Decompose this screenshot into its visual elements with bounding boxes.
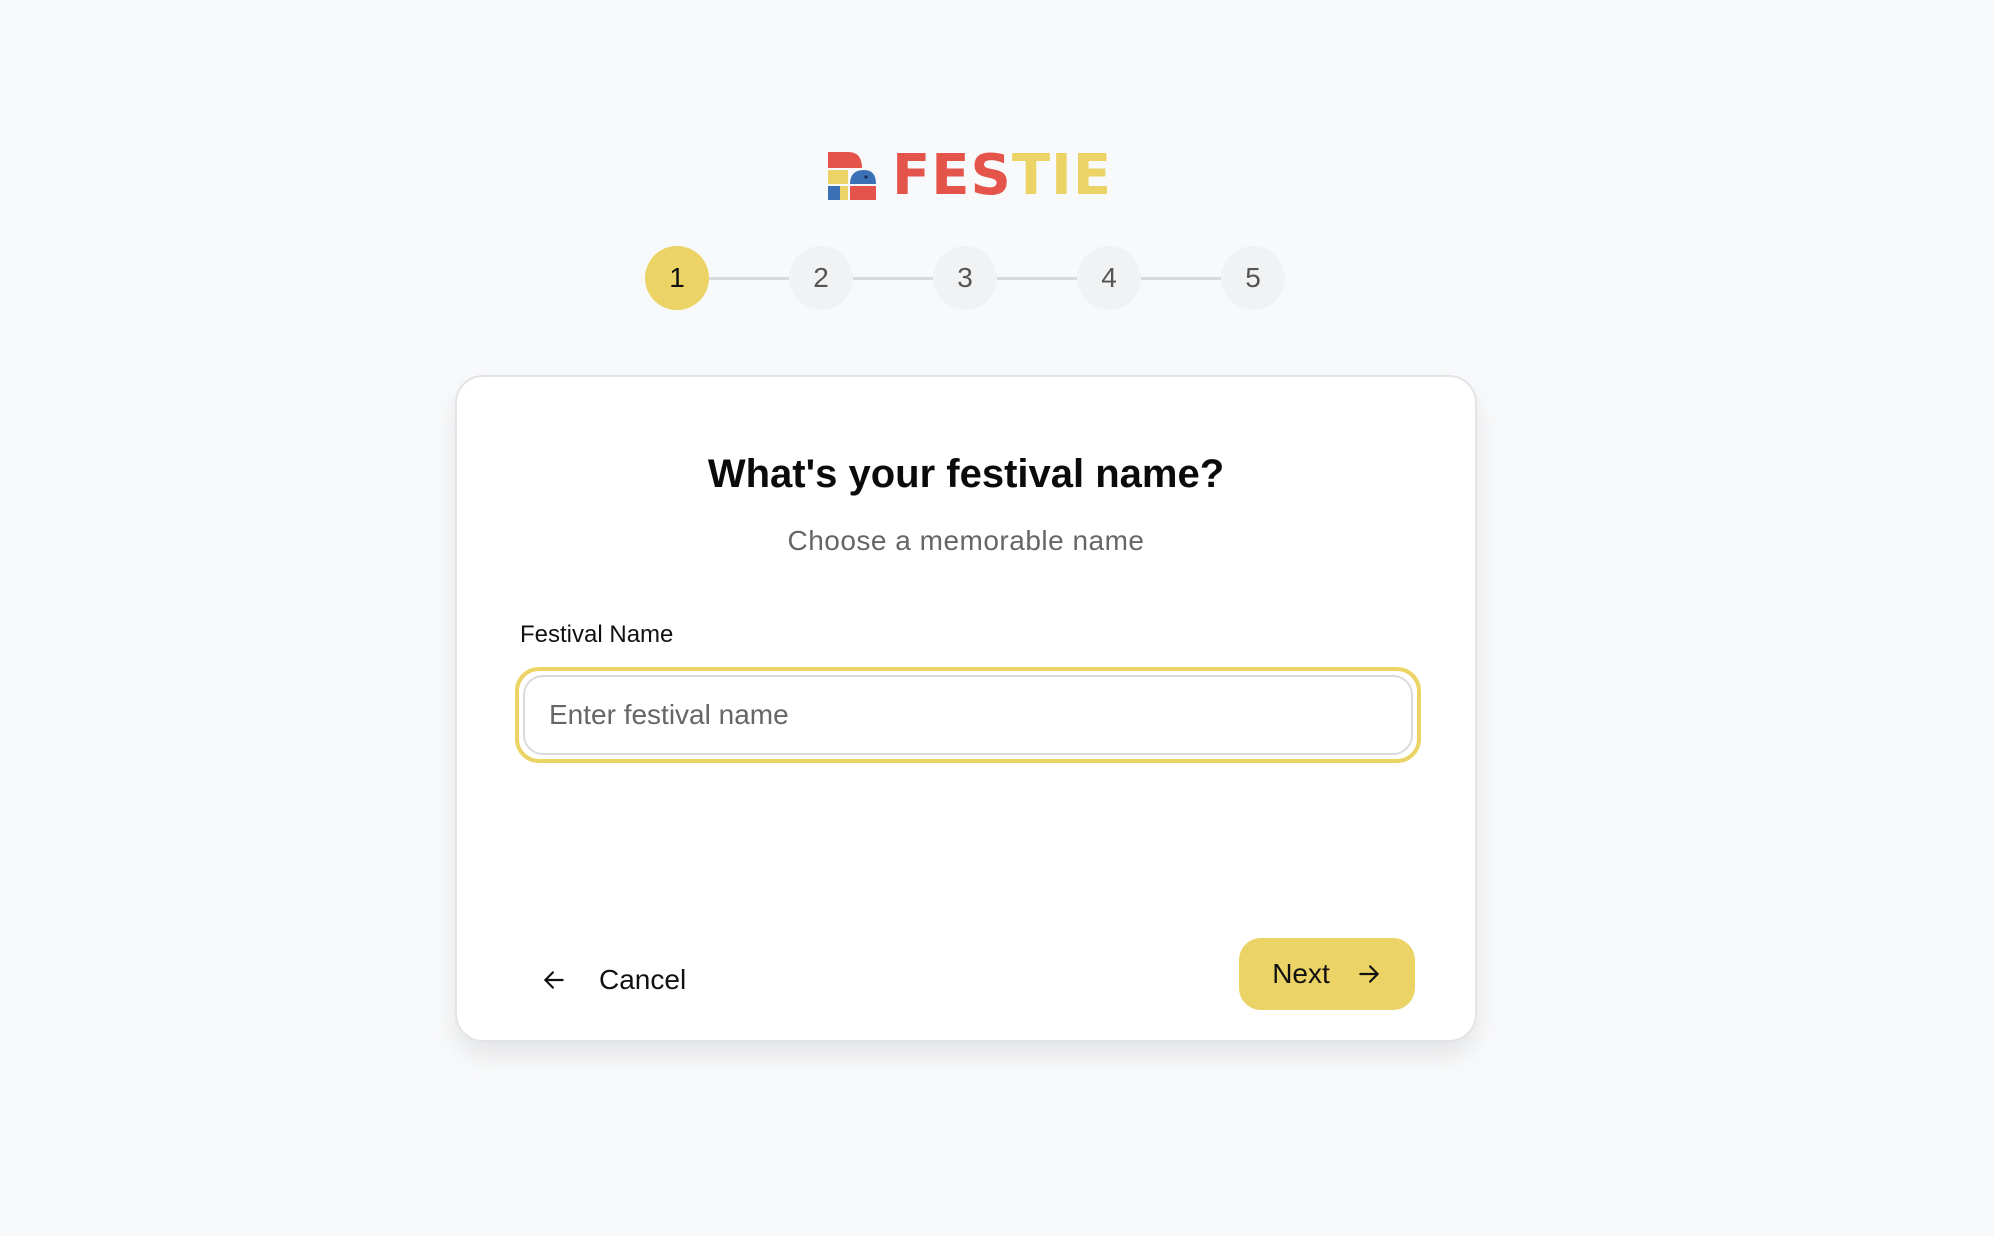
- step-connector: [1141, 276, 1221, 280]
- step-3[interactable]: 3: [933, 246, 997, 310]
- festival-name-input[interactable]: [549, 699, 1411, 731]
- brand-name-part2: TIE: [1011, 143, 1113, 208]
- progress-stepper: 1 2 3 4 5: [645, 246, 1285, 310]
- step-connector: [853, 276, 933, 280]
- brand-logo: FESTIE: [826, 146, 1112, 206]
- festival-name-field[interactable]: [523, 675, 1413, 755]
- brand-name: FESTIE: [892, 146, 1112, 206]
- step-5[interactable]: 5: [1221, 246, 1285, 310]
- step-4[interactable]: 4: [1077, 246, 1141, 310]
- festival-name-focus-ring: [515, 667, 1421, 763]
- cancel-button[interactable]: Cancel: [541, 945, 686, 1015]
- step-connector: [997, 276, 1077, 280]
- arrow-left-icon: [544, 971, 564, 989]
- cancel-button-label: Cancel: [599, 964, 687, 995]
- brand-name-part1: FES: [892, 143, 1012, 208]
- arrow-right-icon: [1359, 965, 1379, 983]
- page-subtitle: Choose a memorable name: [787, 525, 1145, 556]
- next-button-label: Next: [1272, 958, 1330, 989]
- wizard-card: What's your festival name? Choose a memo…: [455, 375, 1477, 1042]
- step-2[interactable]: 2: [789, 246, 853, 310]
- festie-logo-icon: [828, 152, 876, 200]
- step-1[interactable]: 1: [645, 246, 709, 310]
- step-connector: [709, 276, 789, 280]
- festival-name-label: Festival Name: [520, 621, 674, 648]
- page-title: What's your festival name?: [707, 452, 1225, 496]
- next-button[interactable]: Next: [1239, 938, 1415, 1010]
